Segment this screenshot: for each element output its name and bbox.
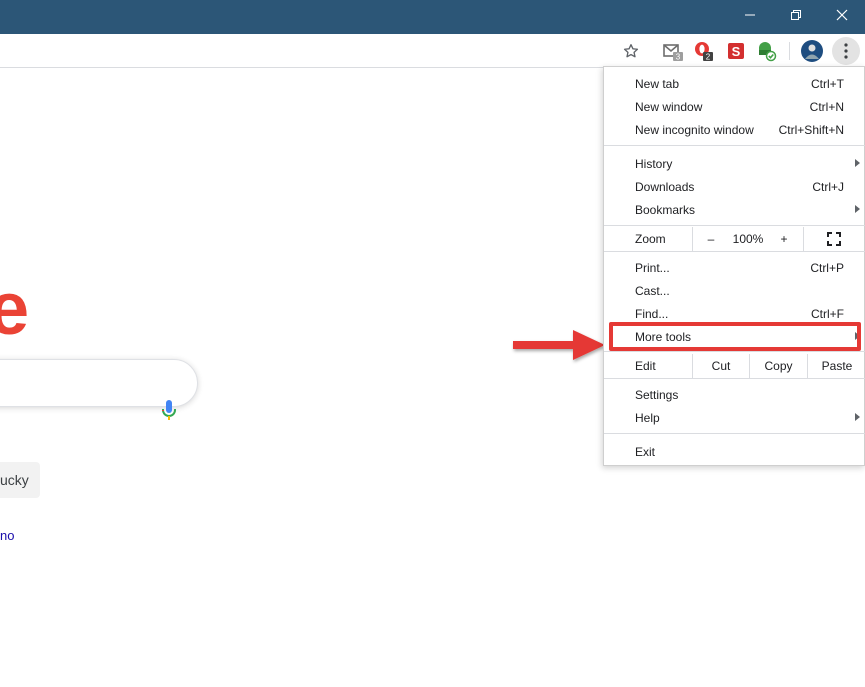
- chrome-menu-button[interactable]: [832, 37, 860, 65]
- restore-icon: [791, 10, 801, 20]
- opera-badge: 2: [706, 53, 711, 62]
- menu-item-new-window[interactable]: New window Ctrl+N: [604, 95, 865, 118]
- s-extension-label: S: [732, 44, 741, 59]
- copy-button[interactable]: Copy: [750, 354, 807, 378]
- paste-button[interactable]: Paste: [808, 354, 865, 378]
- submenu-arrow-icon: [855, 159, 860, 167]
- menu-item-new-tab[interactable]: New tab Ctrl+T: [604, 72, 865, 95]
- fullscreen-button[interactable]: [820, 227, 848, 251]
- google-logo-fragment: e: [0, 267, 30, 350]
- submenu-arrow-icon: [855, 205, 860, 213]
- minimize-button[interactable]: [727, 0, 773, 30]
- microphone-icon[interactable]: [159, 398, 179, 424]
- zoom-level: 100%: [732, 232, 764, 246]
- menu-separator: [604, 225, 865, 226]
- close-icon: [836, 9, 848, 21]
- zoom-divider: [803, 227, 804, 251]
- footer-link-fragment[interactable]: no: [0, 528, 14, 543]
- gmail-extension-button[interactable]: 3: [660, 38, 686, 64]
- submenu-arrow-icon: [855, 413, 860, 421]
- close-button[interactable]: [819, 0, 865, 30]
- menu-item-print[interactable]: Print... Ctrl+P: [604, 256, 865, 279]
- vertical-dots-icon: [844, 43, 848, 59]
- green-extension-icon: [759, 42, 777, 62]
- browser-toolbar: 3 2 S: [0, 34, 865, 68]
- gmail-extension-icon: 3: [663, 44, 683, 62]
- avatar[interactable]: [799, 38, 825, 64]
- bookmark-star-button[interactable]: [618, 38, 644, 64]
- menu-item-find[interactable]: Find... Ctrl+F: [604, 302, 865, 325]
- s-extension-icon: S: [728, 43, 744, 59]
- fullscreen-icon: [827, 232, 841, 246]
- gmail-badge: 3: [676, 53, 681, 62]
- toolbar-divider: [789, 42, 790, 60]
- menu-item-downloads[interactable]: Downloads Ctrl+J: [604, 175, 865, 198]
- chrome-menu: New tab Ctrl+T New window Ctrl+N New inc…: [603, 66, 865, 466]
- annotation-arrow-icon: [513, 330, 605, 360]
- submenu-arrow-icon: [855, 332, 860, 340]
- menu-item-more-tools[interactable]: More tools: [604, 325, 865, 348]
- zoom-divider: [692, 227, 693, 251]
- menu-item-cast[interactable]: Cast...: [604, 279, 865, 302]
- green-extension-button[interactable]: [754, 38, 780, 64]
- menu-separator: [604, 251, 865, 252]
- avatar-icon: [801, 40, 823, 62]
- menu-separator: [604, 378, 865, 379]
- title-bar: [0, 0, 865, 34]
- opera-extension-icon: 2: [695, 42, 713, 62]
- opera-extension-button[interactable]: 2: [691, 38, 717, 64]
- menu-item-settings[interactable]: Settings: [604, 383, 865, 406]
- menu-item-help[interactable]: Help: [604, 406, 865, 429]
- feeling-lucky-button[interactable]: ucky: [0, 462, 40, 498]
- edit-label: Edit: [635, 359, 656, 373]
- zoom-label: Zoom: [635, 232, 666, 246]
- zoom-in-button[interactable]: +: [772, 227, 796, 251]
- menu-separator: [604, 433, 865, 434]
- menu-separator: [604, 145, 865, 146]
- menu-item-history[interactable]: History: [604, 152, 865, 175]
- menu-item-new-incognito-window[interactable]: New incognito window Ctrl+Shift+N: [604, 118, 865, 141]
- menu-separator: [604, 351, 865, 352]
- menu-item-bookmarks[interactable]: Bookmarks: [604, 198, 865, 221]
- restore-button[interactable]: [773, 0, 819, 30]
- cut-button[interactable]: Cut: [693, 354, 749, 378]
- zoom-out-button[interactable]: –: [699, 227, 723, 251]
- zoom-row: Zoom – 100% +: [604, 227, 865, 251]
- star-icon: [623, 44, 639, 58]
- edit-row: Edit Cut Copy Paste: [604, 354, 865, 378]
- minimize-icon: [745, 14, 755, 16]
- menu-item-exit[interactable]: Exit: [604, 440, 865, 463]
- s-extension-button[interactable]: S: [723, 38, 749, 64]
